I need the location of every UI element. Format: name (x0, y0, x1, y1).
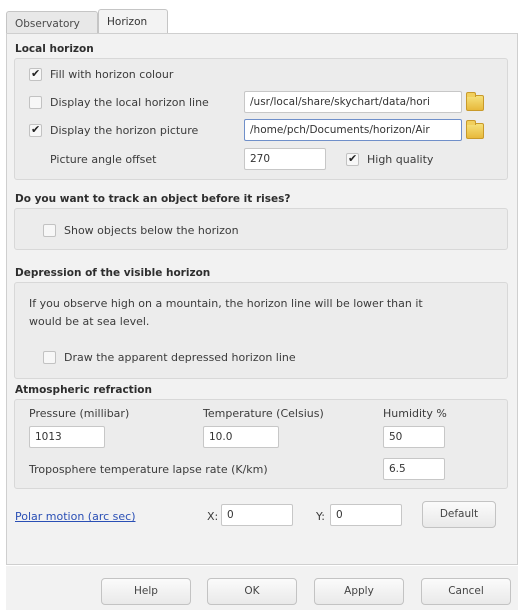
local-horizon-group: Fill with horizon colour Display the loc… (14, 58, 508, 180)
temperature-label: Temperature (Celsius) (203, 407, 324, 420)
humidity-input[interactable]: 50 (383, 426, 445, 448)
angle-offset-input[interactable]: 270 (244, 148, 326, 170)
show-below-checkbox[interactable] (43, 224, 56, 237)
horizon-picture-path-input[interactable]: /home/pch/Documents/horizon/Air (244, 119, 462, 141)
refraction-group: Pressure (millibar) 1013 Temperature (Ce… (14, 399, 508, 489)
refraction-title: Atmospheric refraction (15, 384, 152, 396)
polar-y-input[interactable]: 0 (330, 504, 402, 526)
depression-note-line1: If you observe high on a mountain, the h… (29, 297, 423, 310)
help-button[interactable]: Help (101, 578, 191, 605)
display-line-checkbox[interactable] (29, 96, 42, 109)
high-quality-label: High quality (367, 153, 434, 166)
polar-motion-link[interactable]: Polar motion (arc sec) (15, 510, 136, 523)
fill-color-checkbox[interactable] (29, 67, 42, 81)
temperature-input[interactable]: 10.0 (203, 426, 279, 448)
draw-depressed-option[interactable]: Draw the apparent depressed horizon line (43, 351, 296, 364)
button-bar: Help OK Apply Cancel (6, 566, 518, 610)
high-quality-option[interactable]: High quality (346, 152, 434, 166)
display-line-label: Display the local horizon line (50, 96, 209, 109)
high-quality-checkbox[interactable] (346, 152, 359, 166)
horizon-settings-dialog: Observatory Horizon Local horizon Fill w… (0, 0, 528, 614)
apply-button[interactable]: Apply (314, 578, 404, 605)
lapse-rate-label: Troposphere temperature lapse rate (K/km… (29, 463, 268, 476)
cancel-button[interactable]: Cancel (421, 578, 511, 605)
track-title: Do you want to track an object before it… (15, 193, 291, 205)
depression-title: Depression of the visible horizon (15, 267, 211, 279)
lapse-rate-input[interactable]: 6.5 (383, 458, 445, 480)
local-horizon-title: Local horizon (15, 43, 94, 55)
display-picture-label: Display the horizon picture (50, 124, 199, 137)
fill-color-option[interactable]: Fill with horizon colour (29, 67, 174, 81)
pressure-label: Pressure (millibar) (29, 407, 130, 420)
track-group: Show objects below the horizon (14, 208, 508, 250)
tab-observatory[interactable]: Observatory (6, 11, 98, 34)
humidity-label: Humidity % (383, 407, 447, 420)
display-picture-checkbox[interactable] (29, 123, 42, 137)
polar-x-input[interactable]: 0 (221, 504, 293, 526)
draw-depressed-label: Draw the apparent depressed horizon line (64, 351, 296, 364)
pressure-input[interactable]: 1013 (29, 426, 105, 448)
default-button[interactable]: Default (422, 501, 496, 528)
display-picture-option[interactable]: Display the horizon picture (29, 123, 199, 137)
angle-offset-label: Picture angle offset (50, 153, 157, 166)
depression-group: If you observe high on a mountain, the h… (14, 282, 508, 379)
depression-note-line2: would be at sea level. (29, 315, 150, 328)
polar-x-label: X: (207, 510, 219, 523)
fill-color-label: Fill with horizon colour (50, 68, 174, 81)
draw-depressed-checkbox[interactable] (43, 351, 56, 364)
display-line-option[interactable]: Display the local horizon line (29, 96, 209, 109)
show-below-option[interactable]: Show objects below the horizon (43, 224, 239, 237)
folder-icon[interactable] (466, 120, 484, 139)
ok-button[interactable]: OK (207, 578, 297, 605)
polar-y-label: Y: (316, 510, 325, 523)
horizon-line-path-input[interactable]: /usr/local/share/skychart/data/hori (244, 91, 462, 113)
tab-horizon[interactable]: Horizon (98, 9, 168, 34)
folder-icon[interactable] (466, 92, 484, 111)
horizon-panel: Local horizon Fill with horizon colour D… (6, 33, 518, 565)
show-below-label: Show objects below the horizon (64, 224, 239, 237)
